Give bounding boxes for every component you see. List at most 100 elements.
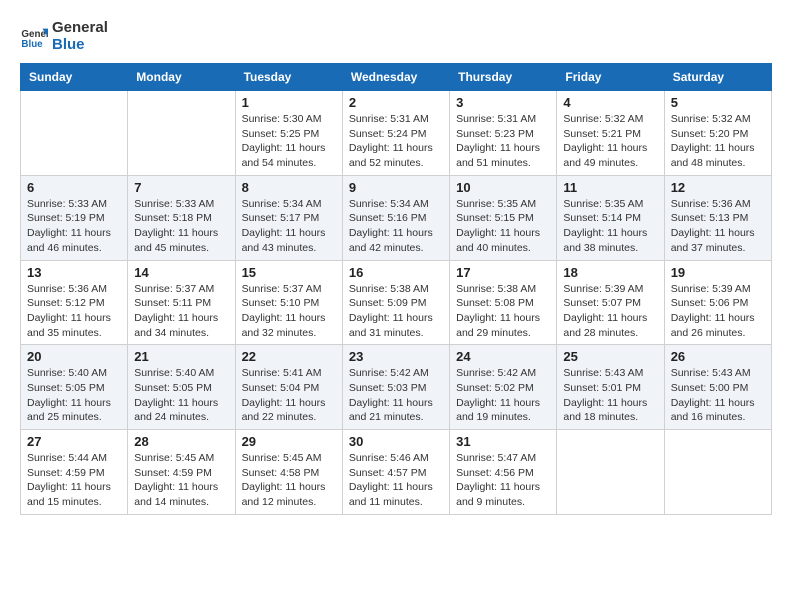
calendar-cell: 29 Sunrise: 5:45 AMSunset: 4:58 PMDayligh…: [235, 430, 342, 515]
calendar-cell: 13 Sunrise: 5:36 AMSunset: 5:12 PMDayligh…: [21, 260, 128, 345]
day-number: 11: [563, 180, 657, 195]
day-number: 4: [563, 95, 657, 110]
page-header: General Blue General Blue: [20, 20, 772, 53]
logo-icon: General Blue: [20, 23, 48, 51]
calendar-week-row: 13 Sunrise: 5:36 AMSunset: 5:12 PMDayligh…: [21, 260, 772, 345]
weekday-header-sunday: Sunday: [21, 64, 128, 91]
calendar-cell: 19 Sunrise: 5:39 AMSunset: 5:06 PMDayligh…: [664, 260, 771, 345]
day-number: 23: [349, 349, 443, 364]
calendar-cell: 25Sunrise: 5:43 AMSunset: 5:01 PMDayligh…: [557, 345, 664, 430]
day-info: Sunrise: 5:39 AMSunset: 5:07 PMDaylight:…: [563, 282, 657, 341]
calendar-table: SundayMondayTuesdayWednesdayThursdayFrid…: [20, 63, 772, 515]
day-info: Sunrise: 5:35 AMSunset: 5:15 PMDaylight:…: [456, 197, 550, 256]
calendar-week-row: 20 Sunrise: 5:40 AMSunset: 5:05 PMDayligh…: [21, 345, 772, 430]
day-info: Sunrise: 5:36 AMSunset: 5:12 PMDaylight:…: [27, 282, 121, 341]
calendar-cell: 18 Sunrise: 5:39 AMSunset: 5:07 PMDayligh…: [557, 260, 664, 345]
calendar-cell: 14 Sunrise: 5:37 AMSunset: 5:11 PMDayligh…: [128, 260, 235, 345]
calendar-cell: 21 Sunrise: 5:40 AMSunset: 5:05 PMDayligh…: [128, 345, 235, 430]
day-info: Sunrise: 5:43 AMSunset: 5:00 PMDaylight:…: [671, 366, 765, 425]
calendar-cell: 4 Sunrise: 5:32 AMSunset: 5:21 PMDaylight…: [557, 91, 664, 176]
day-number: 20: [27, 349, 121, 364]
day-info: Sunrise: 5:31 AMSunset: 5:24 PMDaylight:…: [349, 112, 443, 171]
day-number: 8: [242, 180, 336, 195]
calendar-cell: 5Sunrise: 5:32 AMSunset: 5:20 PMDaylight…: [664, 91, 771, 176]
calendar-cell: 26 Sunrise: 5:43 AMSunset: 5:00 PMDayligh…: [664, 345, 771, 430]
calendar-cell: 10 Sunrise: 5:35 AMSunset: 5:15 PMDayligh…: [450, 175, 557, 260]
calendar-cell: 8 Sunrise: 5:34 AMSunset: 5:17 PMDaylight…: [235, 175, 342, 260]
weekday-header-tuesday: Tuesday: [235, 64, 342, 91]
day-number: 24: [456, 349, 550, 364]
day-number: 28: [134, 434, 228, 449]
day-info: Sunrise: 5:42 AMSunset: 5:03 PMDaylight:…: [349, 366, 443, 425]
logo-blue: Blue: [52, 37, 108, 54]
weekday-header-thursday: Thursday: [450, 64, 557, 91]
calendar-cell: 23 Sunrise: 5:42 AMSunset: 5:03 PMDayligh…: [342, 345, 449, 430]
day-number: 5: [671, 95, 765, 110]
calendar-cell: 9Sunrise: 5:34 AMSunset: 5:16 PMDaylight…: [342, 175, 449, 260]
weekday-header-saturday: Saturday: [664, 64, 771, 91]
day-info: Sunrise: 5:39 AMSunset: 5:06 PMDaylight:…: [671, 282, 765, 341]
day-info: Sunrise: 5:37 AMSunset: 5:10 PMDaylight:…: [242, 282, 336, 341]
calendar-week-row: 6 Sunrise: 5:33 AMSunset: 5:19 PMDaylight…: [21, 175, 772, 260]
weekday-header-wednesday: Wednesday: [342, 64, 449, 91]
day-info: Sunrise: 5:34 AMSunset: 5:17 PMDaylight:…: [242, 197, 336, 256]
logo: General Blue General Blue: [20, 20, 108, 53]
calendar-cell: 27 Sunrise: 5:44 AMSunset: 4:59 PMDayligh…: [21, 430, 128, 515]
calendar-cell: [128, 91, 235, 176]
calendar-cell: [664, 430, 771, 515]
day-number: 30: [349, 434, 443, 449]
day-number: 27: [27, 434, 121, 449]
calendar-cell: 16Sunrise: 5:38 AMSunset: 5:09 PMDayligh…: [342, 260, 449, 345]
day-number: 13: [27, 265, 121, 280]
day-info: Sunrise: 5:38 AMSunset: 5:08 PMDaylight:…: [456, 282, 550, 341]
day-info: Sunrise: 5:40 AMSunset: 5:05 PMDaylight:…: [134, 366, 228, 425]
day-info: Sunrise: 5:40 AMSunset: 5:05 PMDaylight:…: [27, 366, 121, 425]
day-number: 12: [671, 180, 765, 195]
day-info: Sunrise: 5:33 AMSunset: 5:19 PMDaylight:…: [27, 197, 121, 256]
day-number: 26: [671, 349, 765, 364]
day-info: Sunrise: 5:45 AMSunset: 4:58 PMDaylight:…: [242, 451, 336, 510]
day-info: Sunrise: 5:36 AMSunset: 5:13 PMDaylight:…: [671, 197, 765, 256]
calendar-week-row: 1 Sunrise: 5:30 AMSunset: 5:25 PMDaylight…: [21, 91, 772, 176]
weekday-header-monday: Monday: [128, 64, 235, 91]
calendar-cell: 6 Sunrise: 5:33 AMSunset: 5:19 PMDaylight…: [21, 175, 128, 260]
day-info: Sunrise: 5:42 AMSunset: 5:02 PMDaylight:…: [456, 366, 550, 425]
day-number: 9: [349, 180, 443, 195]
weekday-header-friday: Friday: [557, 64, 664, 91]
calendar-cell: 11Sunrise: 5:35 AMSunset: 5:14 PMDayligh…: [557, 175, 664, 260]
calendar-header-row: SundayMondayTuesdayWednesdayThursdayFrid…: [21, 64, 772, 91]
logo-general: General: [52, 20, 108, 37]
day-info: Sunrise: 5:38 AMSunset: 5:09 PMDaylight:…: [349, 282, 443, 341]
calendar-cell: [557, 430, 664, 515]
calendar-cell: 22 Sunrise: 5:41 AMSunset: 5:04 PMDayligh…: [235, 345, 342, 430]
day-info: Sunrise: 5:31 AMSunset: 5:23 PMDaylight:…: [456, 112, 550, 171]
calendar-cell: 1 Sunrise: 5:30 AMSunset: 5:25 PMDaylight…: [235, 91, 342, 176]
calendar-cell: [21, 91, 128, 176]
day-number: 18: [563, 265, 657, 280]
day-info: Sunrise: 5:33 AMSunset: 5:18 PMDaylight:…: [134, 197, 228, 256]
day-info: Sunrise: 5:41 AMSunset: 5:04 PMDaylight:…: [242, 366, 336, 425]
day-info: Sunrise: 5:32 AMSunset: 5:21 PMDaylight:…: [563, 112, 657, 171]
day-number: 21: [134, 349, 228, 364]
day-info: Sunrise: 5:30 AMSunset: 5:25 PMDaylight:…: [242, 112, 336, 171]
day-number: 3: [456, 95, 550, 110]
day-number: 17: [456, 265, 550, 280]
day-number: 1: [242, 95, 336, 110]
day-number: 10: [456, 180, 550, 195]
day-number: 31: [456, 434, 550, 449]
calendar-cell: 15Sunrise: 5:37 AMSunset: 5:10 PMDayligh…: [235, 260, 342, 345]
day-number: 7: [134, 180, 228, 195]
day-info: Sunrise: 5:44 AMSunset: 4:59 PMDaylight:…: [27, 451, 121, 510]
calendar-cell: 3 Sunrise: 5:31 AMSunset: 5:23 PMDaylight…: [450, 91, 557, 176]
calendar-cell: 2Sunrise: 5:31 AMSunset: 5:24 PMDaylight…: [342, 91, 449, 176]
day-info: Sunrise: 5:43 AMSunset: 5:01 PMDaylight:…: [563, 366, 657, 425]
day-number: 29: [242, 434, 336, 449]
day-info: Sunrise: 5:45 AMSunset: 4:59 PMDaylight:…: [134, 451, 228, 510]
day-number: 6: [27, 180, 121, 195]
day-info: Sunrise: 5:37 AMSunset: 5:11 PMDaylight:…: [134, 282, 228, 341]
day-number: 19: [671, 265, 765, 280]
day-number: 14: [134, 265, 228, 280]
calendar-cell: 24 Sunrise: 5:42 AMSunset: 5:02 PMDayligh…: [450, 345, 557, 430]
calendar-cell: 20 Sunrise: 5:40 AMSunset: 5:05 PMDayligh…: [21, 345, 128, 430]
day-number: 22: [242, 349, 336, 364]
